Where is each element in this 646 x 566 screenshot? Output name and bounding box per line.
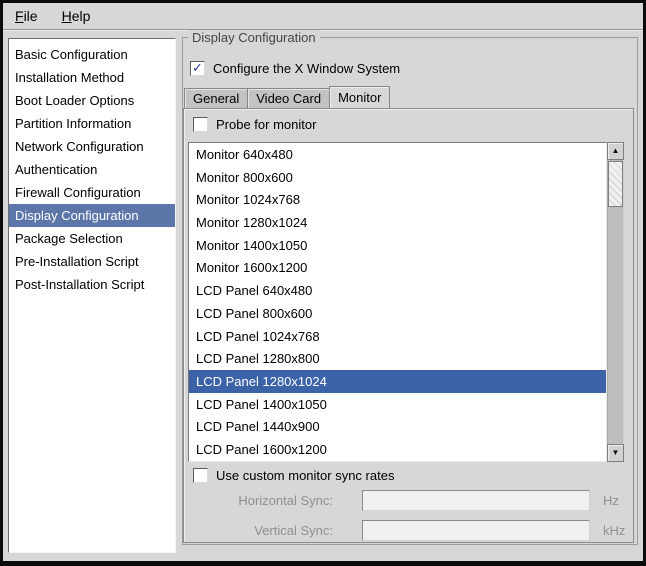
custom-sync-checkbox[interactable] xyxy=(193,468,208,483)
scrollbar-thumb[interactable] xyxy=(608,161,623,207)
sync-row: Horizontal Sync: Hz xyxy=(184,489,633,511)
monitor-tab-page: Probe for monitor Monitor 640x480Monitor… xyxy=(183,108,634,543)
menubar: File Help xyxy=(3,3,643,30)
monitor-list-item[interactable]: Monitor 800x600 xyxy=(189,166,606,189)
monitor-list: Monitor 640x480Monitor 800x600Monitor 10… xyxy=(188,142,607,462)
sidebar-item-installation-method[interactable]: Installation Method xyxy=(9,66,175,89)
scroll-up-icon: ▲ xyxy=(612,147,620,155)
monitor-list-scrollbar: ▲ ▼ xyxy=(607,142,624,462)
display-notebook: GeneralVideo CardMonitor Probe for monit… xyxy=(183,86,634,543)
frame-title: Display Configuration xyxy=(188,30,320,45)
monitor-list-item[interactable]: Monitor 1600x1200 xyxy=(189,257,606,280)
unit-label: kHz xyxy=(603,523,625,538)
sidebar-item-display-configuration[interactable]: Display Configuration xyxy=(9,204,175,227)
display-configuration-frame: Display Configuration ✓ Configure the X … xyxy=(182,37,638,545)
sidebar-item-authentication[interactable]: Authentication xyxy=(9,158,175,181)
sidebar-item-network-configuration[interactable]: Network Configuration xyxy=(9,135,175,158)
config-section-list: Basic ConfigurationInstallation MethodBo… xyxy=(8,38,176,553)
probe-monitor-row[interactable]: Probe for monitor xyxy=(193,117,316,132)
tab-bar: GeneralVideo CardMonitor xyxy=(183,86,389,108)
scroll-down-icon: ▼ xyxy=(612,449,620,457)
monitor-list-item[interactable]: LCD Panel 1440x900 xyxy=(189,416,606,439)
monitor-list-item[interactable]: Monitor 640x480 xyxy=(189,143,606,166)
monitor-list-item[interactable]: Monitor 1280x1024 xyxy=(189,211,606,234)
vertical-sync-label: Vertical Sync: xyxy=(184,523,333,538)
tab-monitor[interactable]: Monitor xyxy=(329,86,390,108)
horizontal-sync-input[interactable] xyxy=(362,490,590,511)
sidebar-item-boot-loader-options[interactable]: Boot Loader Options xyxy=(9,89,175,112)
monitor-list-item[interactable]: LCD Panel 800x600 xyxy=(189,302,606,325)
tab-general[interactable]: General xyxy=(184,88,248,108)
horizontal-sync-label: Horizontal Sync: xyxy=(184,493,333,508)
sidebar-item-pre-installation-script[interactable]: Pre-Installation Script xyxy=(9,250,175,273)
monitor-list-item[interactable]: LCD Panel 1280x1024 xyxy=(189,370,606,393)
custom-sync-label: Use custom monitor sync rates xyxy=(216,468,394,483)
menu-help[interactable]: Help xyxy=(59,6,94,26)
vertical-sync-input[interactable] xyxy=(362,520,590,541)
sidebar-item-basic-configuration[interactable]: Basic Configuration xyxy=(9,43,175,66)
probe-monitor-label: Probe for monitor xyxy=(216,117,316,132)
scrollbar-trough[interactable] xyxy=(607,160,624,444)
monitor-list-item[interactable]: LCD Panel 640x480 xyxy=(189,279,606,302)
scroll-up-button[interactable]: ▲ xyxy=(607,142,624,160)
sidebar-item-partition-information[interactable]: Partition Information xyxy=(9,112,175,135)
app-window: File Help Basic ConfigurationInstallation… xyxy=(0,0,646,566)
sidebar-item-post-installation-script[interactable]: Post-Installation Script xyxy=(9,273,175,296)
sidebar-item-package-selection[interactable]: Package Selection xyxy=(9,227,175,250)
unit-label: Hz xyxy=(603,493,619,508)
monitor-list-item[interactable]: LCD Panel 1280x800 xyxy=(189,347,606,370)
monitor-list-item[interactable]: Monitor 1024x768 xyxy=(189,188,606,211)
custom-sync-row[interactable]: Use custom monitor sync rates xyxy=(193,468,394,483)
monitor-list-item[interactable]: LCD Panel 1024x768 xyxy=(189,325,606,348)
tab-video-card[interactable]: Video Card xyxy=(247,88,330,108)
menu-file[interactable]: File xyxy=(12,6,41,26)
configure-x-checkbox[interactable]: ✓ xyxy=(190,61,205,76)
configure-x-label: Configure the X Window System xyxy=(213,61,400,76)
configure-x-row[interactable]: ✓ Configure the X Window System xyxy=(190,61,400,76)
monitor-list-item[interactable]: LCD Panel 1600x1200 xyxy=(189,438,606,461)
probe-monitor-checkbox[interactable] xyxy=(193,117,208,132)
monitor-list-item[interactable]: LCD Panel 1400x1050 xyxy=(189,393,606,416)
sync-row: Vertical Sync: kHz xyxy=(184,519,633,541)
sidebar-item-firewall-configuration[interactable]: Firewall Configuration xyxy=(9,181,175,204)
scroll-down-button[interactable]: ▼ xyxy=(607,444,624,462)
monitor-list-item[interactable]: Monitor 1400x1050 xyxy=(189,234,606,257)
checkmark-icon: ✓ xyxy=(192,61,203,74)
